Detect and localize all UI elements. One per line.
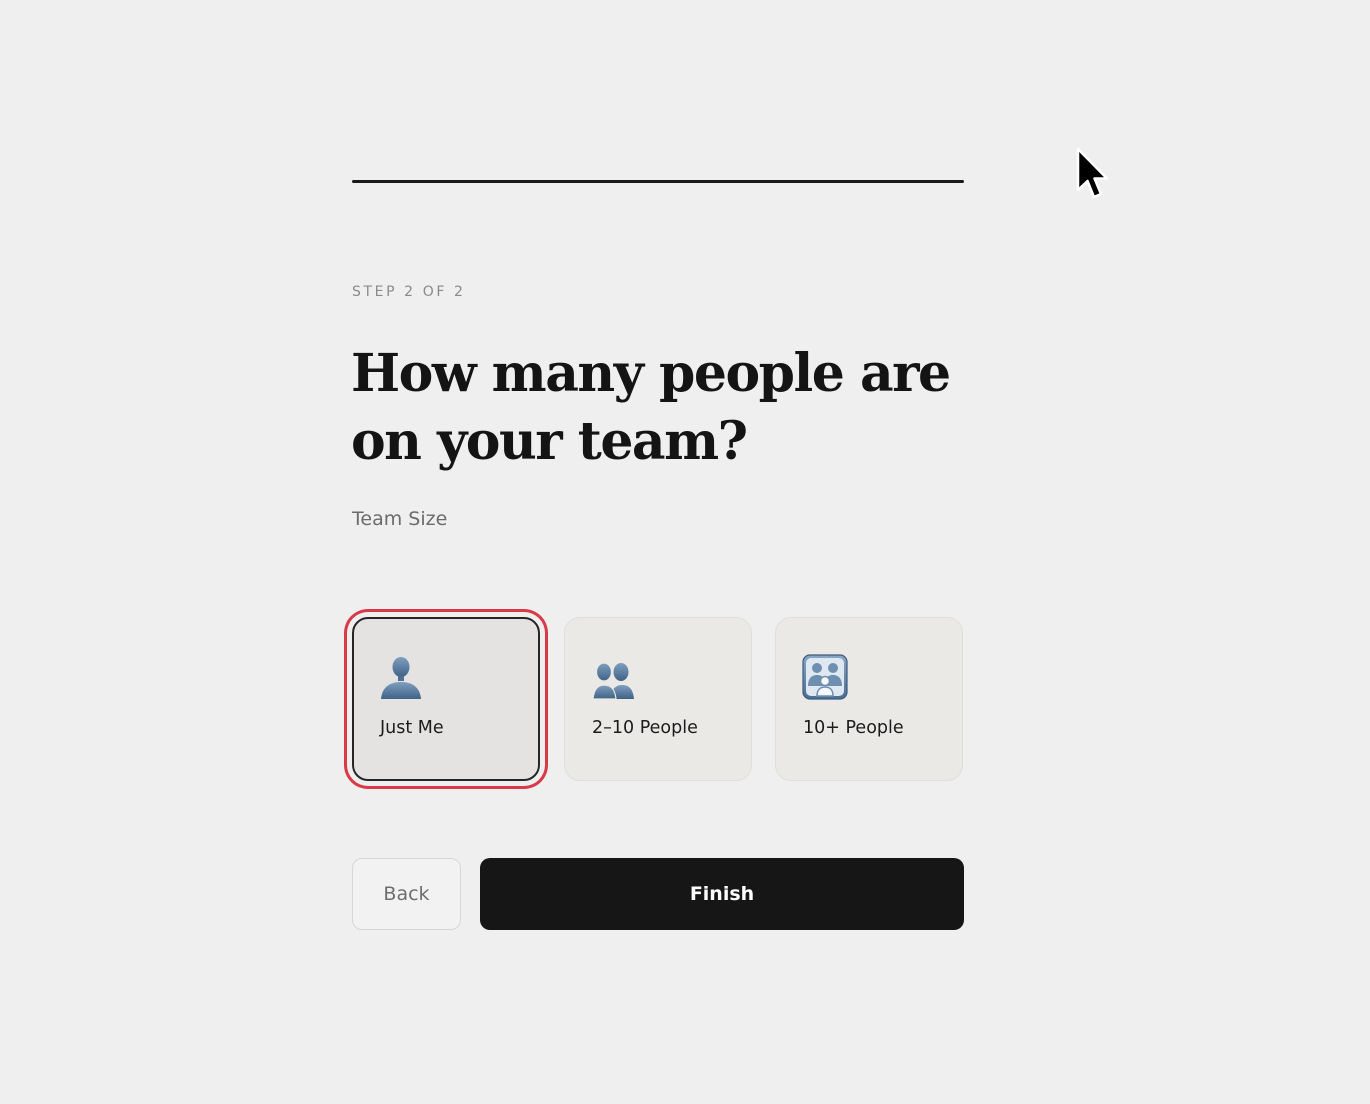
two-people-icon (592, 662, 634, 700)
back-button[interactable]: Back (352, 858, 461, 930)
option-label: Just Me (380, 718, 444, 738)
option-label: 2–10 People (592, 718, 698, 738)
page-title-line-1: How many people are (351, 343, 951, 404)
option-2-10-people[interactable]: 2–10 People (564, 617, 752, 781)
single-person-icon (381, 657, 421, 699)
page-title-line-2: on your team? (351, 411, 748, 472)
option-just-me[interactable]: Just Me (352, 617, 540, 781)
progress-bar (352, 180, 964, 183)
group-people-icon (802, 654, 848, 700)
field-label-team-size: Team Size (352, 508, 448, 530)
step-indicator: STEP 2 OF 2 (352, 284, 466, 300)
mouse-pointer-icon (1076, 147, 1109, 199)
option-10-plus-people[interactable]: 10+ People (775, 617, 963, 781)
option-label: 10+ People (803, 718, 904, 738)
page-title: How many people are on your team? (351, 340, 991, 476)
finish-button[interactable]: Finish (480, 858, 964, 930)
